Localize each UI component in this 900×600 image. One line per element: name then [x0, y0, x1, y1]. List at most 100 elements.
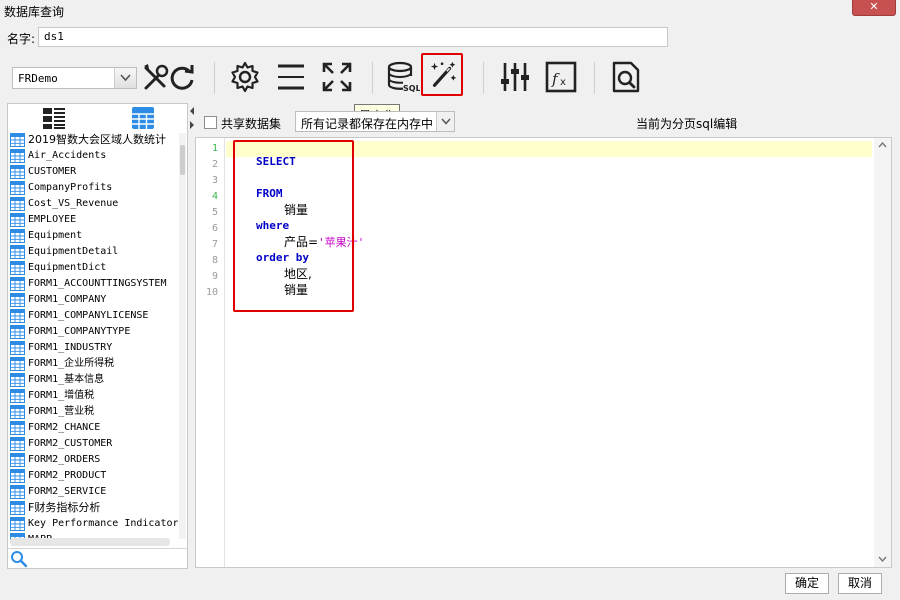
line-number: 2	[211, 159, 218, 170]
table-list-hscrollbar[interactable]	[10, 538, 170, 546]
table-list-item-label: FORM1_增值税	[28, 390, 95, 401]
table-list-item[interactable]: Equipment	[8, 228, 178, 244]
cancel-button[interactable]: 取消	[838, 573, 882, 594]
table-icon	[10, 501, 25, 515]
svg-text:f: f	[551, 70, 560, 88]
name-input[interactable]: ds1	[38, 27, 668, 47]
table-icon	[10, 469, 25, 483]
close-button[interactable]: ✕	[852, 0, 896, 16]
line-number: 3	[211, 175, 218, 186]
table-list-item[interactable]: FORM2_CUSTOMER	[8, 436, 178, 452]
table-list-item[interactable]: FORM1_COMPANYTYPE	[8, 324, 178, 340]
table-list-item[interactable]: FORM1_基本信息	[8, 372, 178, 388]
share-dataset-checkbox[interactable]	[204, 116, 217, 129]
table-list-item[interactable]: FORM1_COMPANY	[8, 292, 178, 308]
parameters-icon[interactable]	[498, 60, 532, 94]
table-icon	[10, 405, 25, 419]
table-list-item[interactable]: FORM1_增值税	[8, 388, 178, 404]
table-list-item-label: FORM2_SERVICE	[28, 486, 107, 497]
table-search-bar[interactable]	[8, 548, 187, 568]
table-icon	[10, 453, 25, 467]
datasource-value: FRDemo	[18, 72, 58, 85]
table-icon	[10, 133, 25, 147]
table-icon	[10, 181, 25, 195]
toolbar-separator	[594, 62, 595, 94]
table-list-item[interactable]: EquipmentDict	[8, 260, 178, 276]
scroll-up-icon[interactable]	[878, 142, 887, 148]
table-list-scrollbar[interactable]	[179, 133, 186, 539]
table-list-item-label: Key Performance Indicator	[28, 518, 178, 529]
table-icon	[10, 341, 25, 355]
dropdown-arrow-icon[interactable]	[436, 112, 454, 131]
collapse-left-arrow-icon[interactable]	[189, 107, 195, 115]
formula-icon[interactable]: fx	[544, 60, 578, 94]
tree-view-icon[interactable]	[42, 106, 66, 130]
line-number: 5	[211, 207, 218, 218]
table-list-item[interactable]: CompanyProfits	[8, 180, 178, 196]
table-list-item-label: FORM1_COMPANYTYPE	[28, 326, 131, 337]
table-list-item[interactable]: CUSTOMER	[8, 164, 178, 180]
table-list: 2019智数大会区域人数统计 Air_Accidents CUSTOMER Compa…	[8, 132, 178, 540]
table-list-item-label: CompanyProfits	[28, 182, 113, 193]
name-row: 名字: ds1	[0, 26, 900, 48]
table-list-item[interactable]: FORM2_ORDERS	[8, 452, 178, 468]
toolbar-separator	[372, 62, 373, 94]
table-list-item-label: Cost_VS_Revenue	[28, 198, 119, 209]
table-list-item[interactable]: F财务指标分析	[8, 500, 178, 516]
memory-mode-select[interactable]: 所有记录都保存在内存中	[295, 111, 455, 132]
table-list-item-label: FORM1_COMPANYLICENSE	[28, 310, 149, 321]
table-list-item-label: FORM1_营业税	[28, 406, 95, 417]
line-number: 10	[205, 287, 218, 298]
search-icon[interactable]	[10, 550, 28, 568]
table-list-item[interactable]: FORM2_CHANCE	[8, 420, 178, 436]
expand-right-arrow-icon[interactable]	[189, 121, 195, 129]
table-list-item-label: EquipmentDetail	[28, 246, 119, 257]
ok-button[interactable]: 确定	[785, 573, 829, 594]
table-list-item[interactable]: FORM1_INDUSTRY	[8, 340, 178, 356]
collapse-icon[interactable]	[274, 60, 308, 94]
table-list-item[interactable]: EquipmentDetail	[8, 244, 178, 260]
preview-icon[interactable]	[609, 60, 643, 94]
table-icon	[10, 389, 25, 403]
table-list-item[interactable]: Air_Accidents	[8, 148, 178, 164]
editor-scrollbar[interactable]	[874, 138, 891, 567]
table-icon	[10, 373, 25, 387]
table-list-item-label: FORM2_CHANCE	[28, 422, 101, 433]
table-list-item[interactable]: FORM1_ACCOUNTTINGSYSTEM	[8, 276, 178, 292]
table-list-item[interactable]: FORM1_营业税	[8, 404, 178, 420]
panel-tabs	[8, 104, 187, 131]
table-list-item[interactable]: EMPLOYEE	[8, 212, 178, 228]
table-view-icon[interactable]	[131, 106, 155, 130]
table-list-item[interactable]: FORM2_PRODUCT	[8, 468, 178, 484]
line-number: 6	[211, 223, 218, 234]
code-highlight-box	[233, 140, 354, 312]
table-list-item[interactable]: FORM1_COMPANYLICENSE	[8, 308, 178, 324]
line-number: 4	[211, 191, 218, 202]
table-icon	[10, 261, 25, 275]
table-icon	[10, 165, 25, 179]
table-icon	[10, 309, 25, 323]
table-list-item-label: FORM1_INDUSTRY	[28, 342, 113, 353]
refresh-icon[interactable]	[165, 60, 199, 94]
scroll-down-icon[interactable]	[878, 556, 887, 562]
settings-icon[interactable]	[228, 60, 262, 94]
table-list-item[interactable]: Key Performance Indicator	[8, 516, 178, 532]
table-list-item-label: F财务指标分析	[28, 501, 101, 514]
table-list-item[interactable]: 2019智数大会区域人数统计	[8, 132, 178, 148]
table-icon	[10, 293, 25, 307]
edit-mode-status: 当前为分页sql编辑	[636, 117, 738, 131]
table-icon	[10, 277, 25, 291]
dropdown-arrow-icon[interactable]	[114, 68, 136, 88]
datasource-select[interactable]: FRDemo	[12, 67, 137, 89]
scrollbar-thumb[interactable]	[180, 145, 185, 175]
maximize-icon[interactable]	[320, 60, 354, 94]
table-list-item-label: FORM2_ORDERS	[28, 454, 101, 465]
table-list-item[interactable]: Cost_VS_Revenue	[8, 196, 178, 212]
table-list-item[interactable]: FORM1_企业所得税	[8, 356, 178, 372]
table-icon	[10, 325, 25, 339]
table-icon	[10, 517, 25, 531]
sql-icon[interactable]: SQL	[386, 60, 420, 94]
table-list-item[interactable]: FORM2_SERVICE	[8, 484, 178, 500]
toolbar-highlight-box	[421, 53, 463, 96]
table-icon	[10, 197, 25, 211]
